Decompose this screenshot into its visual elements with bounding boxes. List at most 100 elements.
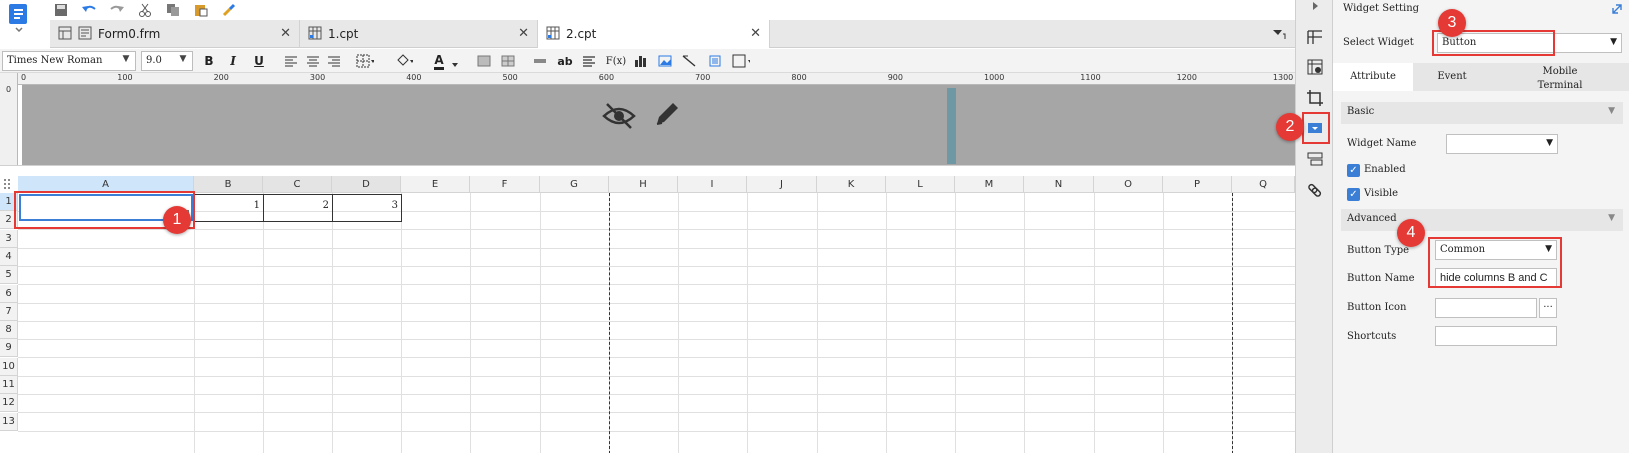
sub-report-icon[interactable] bbox=[706, 52, 724, 70]
column-header-c[interactable]: C bbox=[263, 176, 332, 193]
cell-element-icon[interactable] bbox=[732, 52, 750, 70]
column-header-h[interactable]: H bbox=[609, 176, 678, 193]
column-header-d[interactable]: D bbox=[332, 176, 401, 193]
row-header-5[interactable]: 5 bbox=[0, 266, 18, 285]
grid-hline bbox=[18, 394, 1295, 395]
expand-panel-icon[interactable] bbox=[1611, 3, 1623, 18]
copy-icon[interactable] bbox=[162, 1, 184, 19]
column-header-f[interactable]: F bbox=[470, 176, 540, 193]
select-all-icon[interactable] bbox=[3, 178, 13, 193]
close-icon[interactable]: ✕ bbox=[750, 26, 761, 41]
save-icon[interactable] bbox=[50, 1, 72, 19]
row-header-6[interactable]: 6 bbox=[0, 284, 18, 303]
expand-right-icon[interactable] bbox=[1305, 0, 1325, 12]
grid-vline bbox=[747, 193, 748, 453]
column-header-e[interactable]: E bbox=[401, 176, 470, 193]
border-icon[interactable] bbox=[356, 52, 374, 70]
align-center-icon[interactable] bbox=[304, 52, 322, 70]
cell-b1[interactable]: 1 bbox=[194, 194, 264, 222]
cell-d1[interactable]: 3 bbox=[332, 194, 402, 222]
split-cells-icon[interactable] bbox=[499, 52, 517, 70]
column-header-l[interactable]: L bbox=[886, 176, 955, 193]
callout-badge-1: 1 bbox=[163, 206, 191, 234]
font-size-select[interactable]: 9.0 ▼ bbox=[141, 51, 193, 71]
ruler-left-mark: 0 bbox=[6, 85, 12, 94]
crop-icon[interactable] bbox=[1305, 88, 1325, 108]
button-icon-input[interactable] bbox=[1435, 298, 1537, 318]
app-logo-icon[interactable] bbox=[6, 0, 32, 34]
cell-c1[interactable]: 2 bbox=[263, 194, 333, 222]
ruler-mark: 100 bbox=[117, 73, 133, 82]
chevron-down-icon[interactable] bbox=[452, 57, 458, 70]
tab-attribute[interactable]: Attribute bbox=[1333, 63, 1413, 91]
column-header-k[interactable]: K bbox=[817, 176, 886, 193]
underline-button[interactable]: U bbox=[250, 52, 268, 70]
bold-button[interactable]: B bbox=[200, 52, 218, 70]
tab-1cpt[interactable]: 1.cpt ✕ bbox=[300, 20, 538, 48]
grid-vline bbox=[263, 193, 264, 453]
italic-button[interactable]: I bbox=[224, 52, 242, 70]
cell-info-icon[interactable] bbox=[1305, 57, 1325, 77]
column-header-m[interactable]: M bbox=[955, 176, 1024, 193]
tab-event[interactable]: Event bbox=[1413, 63, 1491, 91]
hyperlink-icon[interactable] bbox=[1305, 180, 1325, 200]
shortcuts-input[interactable] bbox=[1435, 326, 1557, 346]
column-header-p[interactable]: P bbox=[1163, 176, 1232, 193]
align-right-icon[interactable] bbox=[325, 52, 343, 70]
grid-hline bbox=[18, 320, 1295, 322]
column-header-g[interactable]: G bbox=[540, 176, 609, 193]
shortcuts-label: Shortcuts bbox=[1347, 331, 1397, 342]
row-header-3[interactable]: 3 bbox=[0, 229, 18, 248]
text-cell-icon[interactable] bbox=[531, 52, 549, 70]
tab-mobile-terminal[interactable]: Mobile Terminal bbox=[1491, 63, 1629, 91]
grid-vline bbox=[194, 193, 195, 453]
button-icon-browse-button[interactable]: ··· bbox=[1539, 298, 1557, 318]
tab-form0[interactable]: Form0.frm ✕ bbox=[50, 20, 300, 48]
row-header-8[interactable]: 8 bbox=[0, 321, 18, 340]
formula-button[interactable]: F(x) bbox=[605, 52, 627, 70]
column-header-i[interactable]: I bbox=[678, 176, 747, 193]
row-header-4[interactable]: 4 bbox=[0, 247, 18, 266]
row-header-11[interactable]: 11 bbox=[0, 376, 18, 394]
close-icon[interactable]: ✕ bbox=[280, 26, 291, 41]
image-icon[interactable] bbox=[656, 52, 674, 70]
condition-attribute-icon[interactable] bbox=[1305, 150, 1325, 170]
row-header-13[interactable]: 13 bbox=[0, 412, 18, 431]
font-family-select[interactable]: Times New Roman ▼ bbox=[2, 51, 136, 71]
align-left-icon[interactable] bbox=[282, 52, 300, 70]
cut-icon[interactable] bbox=[134, 1, 156, 19]
row-header-12[interactable]: 12 bbox=[0, 394, 18, 413]
row-header-7[interactable]: 7 bbox=[0, 302, 18, 321]
enabled-checkbox[interactable]: ✓ bbox=[1347, 164, 1360, 177]
rich-text-icon[interactable] bbox=[580, 52, 598, 70]
section-basic[interactable]: Basic ▼ bbox=[1341, 102, 1623, 124]
column-header-b[interactable]: B bbox=[194, 176, 263, 193]
redo-icon[interactable] bbox=[106, 1, 128, 19]
grid-vline bbox=[886, 193, 887, 453]
section-advanced[interactable]: Advanced ▼ bbox=[1341, 209, 1623, 231]
tab-2cpt[interactable]: 2.cpt ✕ bbox=[538, 20, 770, 48]
row-header-10[interactable]: 10 bbox=[0, 357, 18, 376]
slash-cell-icon[interactable] bbox=[680, 52, 698, 70]
paste-icon[interactable] bbox=[190, 1, 212, 19]
row-header-9[interactable]: 9 bbox=[0, 339, 18, 358]
section-label: Advanced bbox=[1347, 213, 1397, 224]
fill-color-icon[interactable] bbox=[395, 52, 413, 70]
font-color-button[interactable]: A bbox=[430, 52, 448, 70]
chart-icon[interactable] bbox=[632, 52, 650, 70]
merge-cells-icon[interactable] bbox=[475, 52, 493, 70]
undo-icon[interactable] bbox=[78, 1, 100, 19]
cell-attribute-icon[interactable] bbox=[1305, 27, 1325, 47]
column-header-o[interactable]: O bbox=[1094, 176, 1163, 193]
column-header-n[interactable]: N bbox=[1024, 176, 1094, 193]
format-brush-icon[interactable] bbox=[218, 1, 240, 19]
column-header-q[interactable]: Q bbox=[1232, 176, 1295, 193]
ab-text-button[interactable]: ab bbox=[556, 52, 574, 70]
tab-menu-icon[interactable] bbox=[1272, 26, 1286, 43]
column-header-j[interactable]: J bbox=[747, 176, 817, 193]
close-icon[interactable]: ✕ bbox=[518, 26, 529, 41]
widget-name-input[interactable]: ▼ bbox=[1446, 134, 1558, 154]
visible-checkbox[interactable]: ✓ bbox=[1347, 188, 1360, 201]
button-name-label: Button Name bbox=[1347, 273, 1415, 284]
band-resize-marker[interactable] bbox=[947, 88, 956, 164]
